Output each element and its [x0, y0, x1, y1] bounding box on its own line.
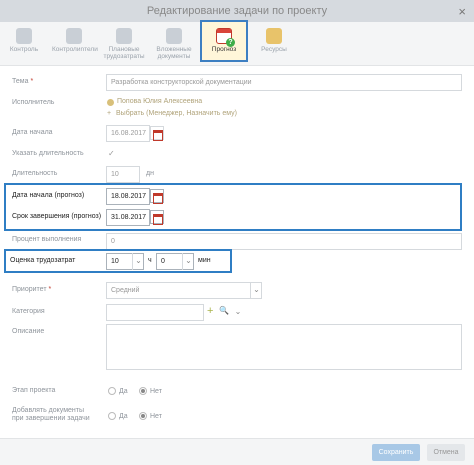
- category-input[interactable]: [106, 304, 204, 321]
- add-docs-label: Добавлять документы при завершении задач…: [12, 407, 90, 422]
- radio-label: Да: [119, 388, 128, 395]
- toolbar: Контроль Контролиnтели Плановые трудозат…: [0, 20, 474, 66]
- chevron-down-icon[interactable]: ⌄: [132, 253, 144, 270]
- forecast-calendar-icon: [216, 28, 235, 47]
- tab-control[interactable]: Контроль: [4, 22, 44, 66]
- duration-label: Длительность: [12, 170, 58, 177]
- resources-icon: [266, 28, 282, 44]
- cancel-button[interactable]: Отмена: [427, 444, 465, 461]
- radio-label: Да: [119, 413, 128, 420]
- person-icon: [107, 99, 114, 106]
- forecast-end-input[interactable]: 31.08.2017: [106, 209, 150, 226]
- tab-controllers[interactable]: Контролиnтели: [52, 22, 98, 66]
- priority-label: Приоритет *: [12, 286, 52, 293]
- percent-done-input[interactable]: 0: [106, 233, 462, 250]
- tab-label: Прогноз: [211, 46, 237, 53]
- attachment-icon: [166, 28, 182, 44]
- calendar-icon[interactable]: [150, 210, 164, 225]
- category-label: Категория: [12, 308, 45, 315]
- theme-label: Тема *: [12, 78, 34, 85]
- chevron-down-icon[interactable]: ⌄: [250, 282, 262, 299]
- duration-unit: дн: [146, 170, 154, 177]
- forecast-start-input[interactable]: 18.08.2017: [106, 188, 150, 205]
- project-stage-label: Этап проекта: [12, 387, 56, 394]
- dialog-footer: Сохранить Отмена: [0, 438, 474, 465]
- description-label: Описание: [12, 328, 45, 335]
- start-date-label: Дата начала: [12, 129, 53, 136]
- tab-label: Плановые трудозатраты: [103, 46, 145, 60]
- close-icon[interactable]: ×: [458, 4, 466, 19]
- chevron-down-icon[interactable]: ⌄: [232, 304, 244, 321]
- project-stage-no-radio[interactable]: [139, 387, 147, 395]
- project-stage-yes-radio[interactable]: [108, 387, 116, 395]
- forecast-end-label: Срок завершения (прогноз): [12, 213, 102, 220]
- effort-estimate-label: Оценка трудозатрат: [10, 257, 76, 264]
- calendar-icon[interactable]: [150, 189, 164, 204]
- plus-icon: +: [107, 110, 112, 117]
- add-docs-no-radio[interactable]: [139, 412, 147, 420]
- tab-planned-effort[interactable]: Плановые трудозатраты: [102, 22, 146, 66]
- radio-label: Нет: [150, 413, 162, 420]
- forecast-start-label: Дата начала (прогноз): [12, 192, 85, 199]
- executor-label: Исполнитель: [12, 99, 55, 106]
- start-date-input[interactable]: 16.08.2017: [106, 125, 150, 142]
- forecast-dates-highlight: [4, 183, 462, 231]
- control-icon: [16, 28, 32, 44]
- tab-label: Контролиnтели: [52, 46, 98, 53]
- duration-input[interactable]: 10: [106, 166, 140, 183]
- tab-forecast[interactable]: Прогноз: [200, 20, 248, 62]
- theme-input[interactable]: Разработка конструкторской документации: [106, 74, 462, 91]
- planned-effort-icon: [116, 28, 132, 44]
- calendar-icon[interactable]: [150, 126, 164, 141]
- specify-duration-label: Указать длительность: [12, 150, 84, 157]
- radio-label: Нет: [150, 388, 162, 395]
- percent-done-label: Процент выполнения: [12, 236, 82, 243]
- window-titlebar: Редактирование задачи по проекту ×: [0, 0, 474, 22]
- minutes-unit: мин: [198, 257, 211, 264]
- tab-attachments[interactable]: Вложенные документы: [152, 22, 196, 66]
- hours-unit: ч: [148, 257, 152, 264]
- priority-select[interactable]: Средний: [106, 282, 262, 299]
- tab-label: Вложенные документы: [156, 46, 192, 60]
- chevron-down-icon[interactable]: ⌄: [182, 253, 194, 270]
- description-textarea[interactable]: [106, 324, 462, 370]
- save-button[interactable]: Сохранить: [372, 444, 420, 461]
- window-title: Редактирование задачи по проекту: [146, 5, 328, 17]
- search-icon[interactable]: 🔍: [219, 306, 229, 315]
- add-category-icon[interactable]: +: [207, 305, 213, 317]
- specify-duration-checkbox[interactable]: ✓: [108, 149, 117, 158]
- controllers-icon: [66, 28, 82, 44]
- add-docs-yes-radio[interactable]: [108, 412, 116, 420]
- tab-label: Ресурсы: [261, 46, 287, 53]
- choose-executor-link[interactable]: Выбрать (Менеджер, Назначить ему): [116, 110, 237, 117]
- tab-label: Контроль: [9, 46, 39, 53]
- tab-resources[interactable]: Ресурсы: [254, 22, 294, 66]
- executor-name[interactable]: Попова Юлия Алексеевна: [117, 98, 202, 105]
